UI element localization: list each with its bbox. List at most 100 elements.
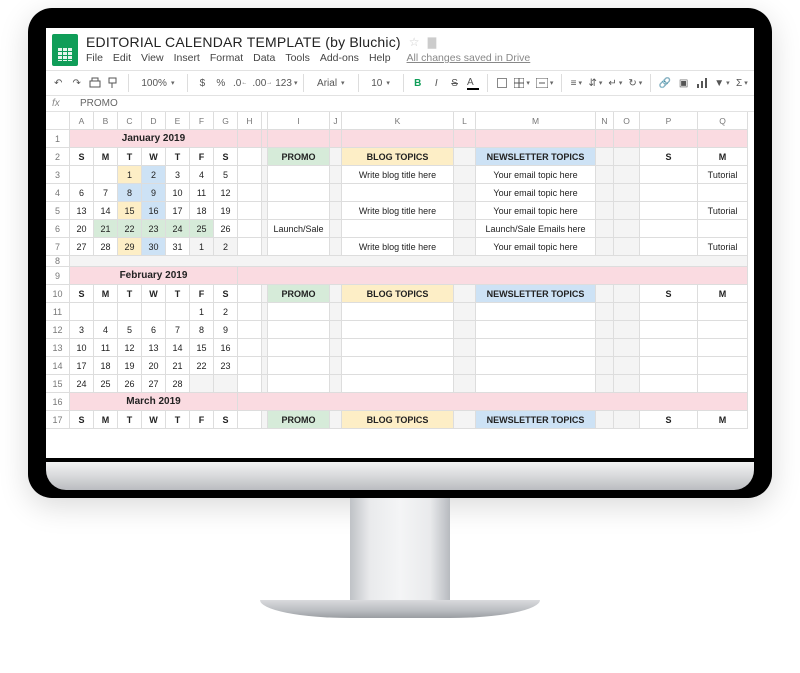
number-format-button[interactable]: 123	[277, 74, 295, 92]
cell[interactable]: 18	[94, 357, 118, 375]
cell[interactable]: 22	[118, 220, 142, 238]
cell[interactable]	[698, 321, 748, 339]
folder-icon[interactable]: ▇	[428, 36, 437, 49]
cell[interactable]: 30	[142, 238, 166, 256]
cell[interactable]: 25	[94, 375, 118, 393]
cell[interactable]	[698, 130, 748, 148]
cell[interactable]	[640, 321, 698, 339]
cell[interactable]: 1	[118, 166, 142, 184]
blog-header[interactable]: BLOG TOPICS	[342, 148, 454, 166]
cell[interactable]	[238, 375, 262, 393]
document-title[interactable]: EDITORIAL CALENDAR TEMPLATE (by Bluchic)	[86, 34, 401, 50]
cell[interactable]	[640, 166, 698, 184]
cell[interactable]	[454, 238, 476, 256]
cell[interactable]	[640, 375, 698, 393]
row-header[interactable]: 10	[46, 285, 70, 303]
cell[interactable]	[640, 303, 698, 321]
cell[interactable]: 2	[214, 238, 238, 256]
cell[interactable]	[268, 238, 330, 256]
cell[interactable]	[142, 303, 166, 321]
col-header[interactable]: D	[142, 112, 166, 130]
cell[interactable]: 11	[190, 184, 214, 202]
cell[interactable]	[238, 220, 262, 238]
cell[interactable]	[640, 238, 698, 256]
menu-insert[interactable]: Insert	[174, 52, 200, 64]
cell[interactable]: S	[70, 411, 94, 429]
cell[interactable]	[268, 130, 330, 148]
cell[interactable]	[238, 285, 262, 303]
menu-file[interactable]: File	[86, 52, 103, 64]
cell[interactable]	[238, 267, 748, 285]
cell[interactable]	[330, 184, 342, 202]
cell[interactable]	[454, 202, 476, 220]
row-header[interactable]: 8	[46, 256, 70, 267]
cell[interactable]	[268, 303, 330, 321]
cell[interactable]	[476, 130, 596, 148]
blog-header[interactable]: BLOG TOPICS	[342, 285, 454, 303]
link-button[interactable]: 🔗	[659, 74, 671, 92]
cell[interactable]: 26	[118, 375, 142, 393]
cell[interactable]	[640, 130, 698, 148]
cell[interactable]	[614, 202, 640, 220]
cell[interactable]: 3	[166, 166, 190, 184]
cell[interactable]	[640, 339, 698, 357]
cell[interactable]	[330, 357, 342, 375]
percent-button[interactable]: %	[215, 74, 227, 92]
cell[interactable]	[596, 184, 614, 202]
save-status[interactable]: All changes saved in Drive	[407, 52, 531, 64]
cell[interactable]	[596, 321, 614, 339]
cell[interactable]	[238, 357, 262, 375]
cell[interactable]: F	[190, 411, 214, 429]
cell[interactable]: 23	[214, 357, 238, 375]
col-header[interactable]: A	[70, 112, 94, 130]
cell[interactable]: F	[190, 148, 214, 166]
cell[interactable]: 10	[70, 339, 94, 357]
month-title[interactable]: February 2019	[70, 267, 238, 285]
cell[interactable]	[238, 321, 262, 339]
cell[interactable]	[454, 184, 476, 202]
google-sheets-icon[interactable]	[52, 34, 78, 66]
cell[interactable]	[238, 130, 262, 148]
cell[interactable]: 6	[70, 184, 94, 202]
cell[interactable]: Your email topic here	[476, 184, 596, 202]
cell[interactable]	[342, 357, 454, 375]
cell[interactable]: W	[142, 148, 166, 166]
zoom-select[interactable]: 100%	[136, 77, 179, 90]
rotate-button[interactable]: ↻	[628, 74, 642, 92]
cell[interactable]: Write blog title here	[342, 202, 454, 220]
cell[interactable]	[454, 285, 476, 303]
cell[interactable]: 5	[118, 321, 142, 339]
cell[interactable]	[330, 148, 342, 166]
cell[interactable]	[330, 166, 342, 184]
cell[interactable]: F	[190, 285, 214, 303]
col-header[interactable]: P	[640, 112, 698, 130]
filter-button[interactable]: ▼	[714, 74, 729, 92]
cell[interactable]	[330, 285, 342, 303]
cell[interactable]: M	[698, 285, 748, 303]
cell[interactable]: S	[70, 148, 94, 166]
cell[interactable]	[94, 303, 118, 321]
cell[interactable]: Write blog title here	[342, 238, 454, 256]
cell[interactable]	[268, 357, 330, 375]
formula-input[interactable]: PROMO	[80, 98, 118, 109]
col-header[interactable]: O	[614, 112, 640, 130]
cell[interactable]: Tutorial	[698, 166, 748, 184]
menu-data[interactable]: Data	[253, 52, 275, 64]
cell[interactable]	[454, 411, 476, 429]
wrap-button[interactable]: ↵	[608, 74, 622, 92]
cell[interactable]	[476, 321, 596, 339]
cell[interactable]: T	[166, 411, 190, 429]
row-header[interactable]: 4	[46, 184, 70, 202]
cell[interactable]: 23	[142, 220, 166, 238]
cell[interactable]: S	[214, 148, 238, 166]
cell[interactable]	[238, 166, 262, 184]
cell[interactable]	[614, 148, 640, 166]
cell[interactable]	[614, 321, 640, 339]
cell[interactable]	[330, 220, 342, 238]
col-header[interactable]: C	[118, 112, 142, 130]
cell[interactable]: 1	[190, 303, 214, 321]
cell[interactable]	[698, 339, 748, 357]
cell[interactable]	[698, 303, 748, 321]
cell[interactable]: Your email topic here	[476, 238, 596, 256]
cell[interactable]: 4	[94, 321, 118, 339]
